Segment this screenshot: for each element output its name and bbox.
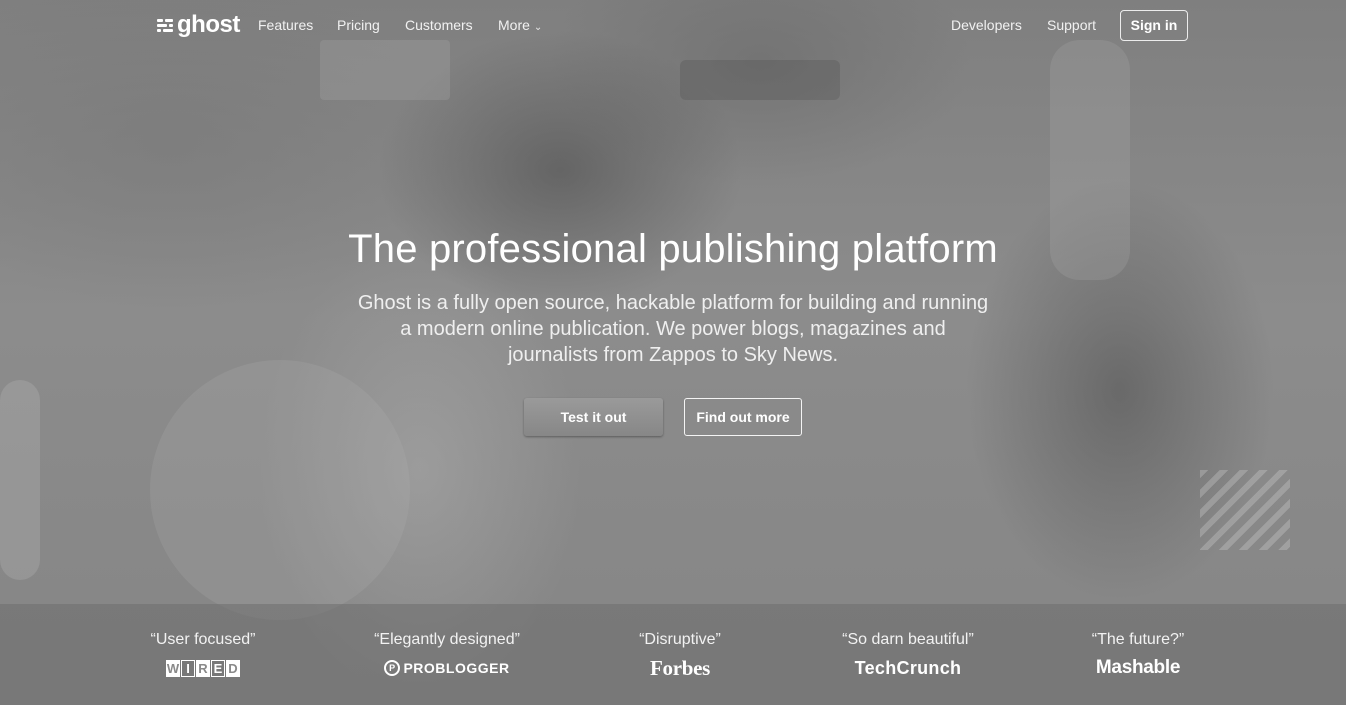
chevron-down-icon: ⌄ [533, 22, 543, 33]
nav-link-support[interactable]: Support [1047, 16, 1096, 34]
forbes-wordmark: Forbes [649, 655, 711, 680]
nav-link-more-label: More [498, 17, 530, 33]
hero-subtitle-line: a modern online publication. We power bl… [400, 318, 946, 340]
logo-text: ghost [177, 11, 240, 38]
wired-wordmark: WIRED [166, 659, 240, 677]
background-shape [680, 60, 840, 100]
nav-link-pricing[interactable]: Pricing [337, 16, 380, 34]
hero-subtitle-line: Ghost is a fully open source, hackable p… [357, 292, 989, 314]
problogger-mark-icon: P [384, 660, 401, 676]
press-item-mashable: “The future?” Mashable [1078, 630, 1198, 679]
press-quote: “Elegantly designed” [374, 631, 520, 648]
press-quote: “User focused” [150, 631, 256, 648]
wired-logo: WIRED [138, 657, 268, 679]
ghost-logo-link[interactable]: ghost [157, 11, 240, 39]
press-item-techcrunch: “So darn beautiful” TechCrunch [828, 630, 988, 679]
press-quote: “Disruptive” [639, 631, 721, 648]
problogger-wordmark: P PROBLOGGER [384, 660, 509, 676]
background-shape [150, 360, 410, 620]
background-shape [0, 380, 40, 580]
ghost-logo-icon [157, 18, 173, 32]
sign-in-button[interactable]: Sign in [1120, 10, 1188, 41]
hero-title: The professional publishing platform [348, 227, 998, 271]
forbes-logo: Forbes [620, 655, 740, 680]
test-it-out-button[interactable]: Test it out [524, 398, 663, 436]
nav-link-more[interactable]: More ⌄ [498, 16, 542, 37]
press-quote: “The future?” [1091, 631, 1185, 648]
mashable-logo: Mashable [1078, 657, 1198, 679]
problogger-logo: P PROBLOGGER [362, 657, 532, 679]
mashable-wordmark: Mashable [1095, 657, 1181, 678]
top-navigation: ghost Features Pricing Customers More ⌄ D… [0, 0, 1346, 50]
nav-link-features[interactable]: Features [258, 16, 313, 34]
find-out-more-button[interactable]: Find out more [684, 398, 802, 436]
techcrunch-logo: TechCrunch [828, 657, 988, 679]
press-quote: “So darn beautiful” [842, 631, 974, 648]
techcrunch-wordmark: TechCrunch [854, 657, 962, 678]
press-quotes-strip: “User focused” WIRED “Elegantly designed… [0, 604, 1346, 705]
nav-link-customers[interactable]: Customers [405, 16, 473, 34]
hero-subtitle-line: journalists from Zappos to Sky News. [507, 344, 839, 366]
hero-subtitle: Ghost is a fully open source, hackable p… [315, 290, 1031, 368]
background-shape [1200, 470, 1290, 550]
press-item-forbes: “Disruptive” Forbes [620, 630, 740, 680]
problogger-wordmark-text: PROBLOGGER [403, 660, 510, 676]
nav-link-developers[interactable]: Developers [951, 16, 1022, 34]
press-item-problogger: “Elegantly designed” P PROBLOGGER [362, 630, 532, 679]
press-item-wired: “User focused” WIRED [138, 630, 268, 679]
